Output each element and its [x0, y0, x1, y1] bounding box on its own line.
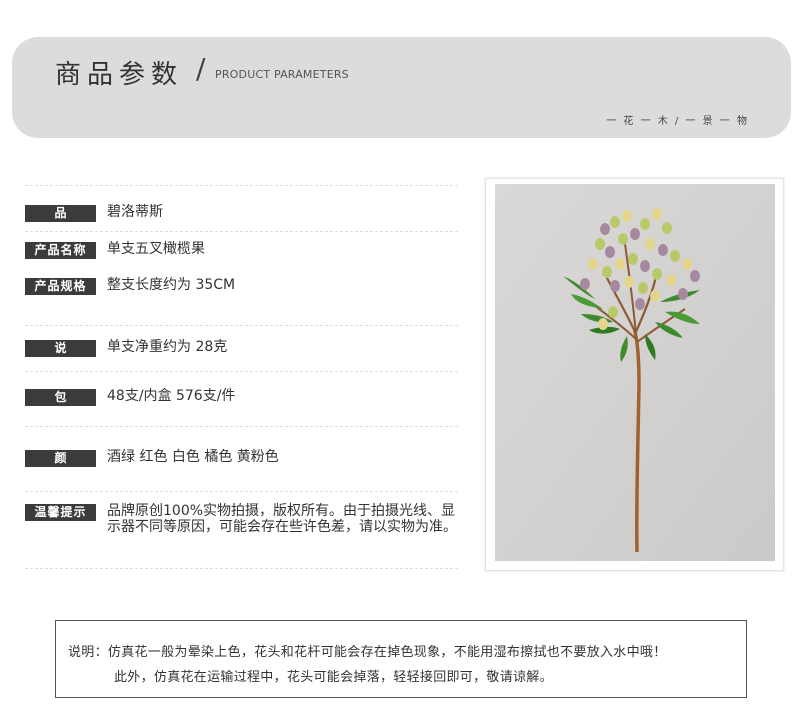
param-value: 品牌原创100%实物拍摄，版权所有。由于拍摄光线、显示器不同等原因，可能会存在些… — [107, 503, 457, 535]
divider — [25, 491, 458, 492]
param-label: 品 牌 — [25, 205, 96, 237]
title-slash: / — [196, 52, 206, 85]
divider — [25, 568, 458, 569]
param-label: 包 装 — [25, 389, 96, 421]
param-value: 48支/内盒 576支/件 — [107, 388, 236, 404]
param-value: 酒绿 红色 白色 橘色 黄粉色 — [107, 449, 279, 465]
product-photo-frame — [485, 178, 784, 571]
param-value: 单支五叉橄榄果 — [107, 241, 205, 257]
brand-motto: 一 花 一 木 / 一 景 一 物 — [606, 116, 749, 127]
param-label: 温馨提示 — [25, 504, 96, 521]
param-label: 说 明 — [25, 340, 96, 372]
param-label: 产品名称 — [25, 242, 96, 259]
olive-branch-illustration — [495, 184, 775, 561]
divider — [25, 371, 458, 372]
divider — [25, 185, 458, 186]
param-value: 碧洛蒂斯 — [107, 204, 163, 220]
header-banner: 商品参数 / PRODUCT PARAMETERS 一 花 一 木 / 一 景 … — [12, 37, 791, 138]
olive-branch-photo — [495, 184, 775, 561]
page-subtitle: PRODUCT PARAMETERS — [215, 68, 349, 81]
divider — [25, 325, 458, 326]
param-label: 颜 色 — [25, 450, 96, 482]
page-title: 商品参数 — [55, 60, 184, 90]
divider — [25, 426, 458, 427]
care-notice-line-1: 说明：仿真花一般为晕染上色，花头和花杆可能会存在掉色现象，不能用湿布擦拭也不要放… — [68, 645, 667, 660]
care-notice-line-2: 此外，仿真花在运输过程中，花头可能会掉落，轻轻接回即可，敬请谅解。 — [114, 670, 553, 685]
care-notice-box: 说明：仿真花一般为晕染上色，花头和花杆可能会存在掉色现象，不能用湿布擦拭也不要放… — [55, 620, 747, 698]
divider — [25, 231, 458, 232]
param-value: 整支长度约为 35CM — [107, 277, 236, 293]
param-label: 产品规格 — [25, 278, 96, 295]
param-value: 单支净重约为 28克 — [107, 339, 228, 355]
